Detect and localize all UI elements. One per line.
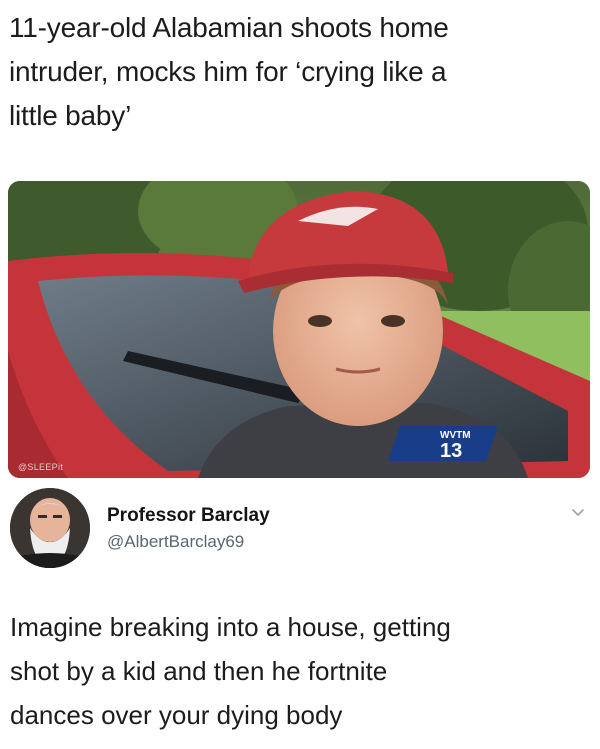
station-channel: 13 — [440, 440, 463, 462]
chevron-down-icon[interactable] — [570, 504, 586, 520]
headline-line-1: 11-year-old Alabamian shoots home — [9, 12, 449, 43]
photo-illustration — [8, 181, 590, 478]
tweet-text-line-1: Imagine breaking into a house, getting — [10, 612, 451, 642]
tweet-text-line-2: shot by a kid and then he fortnite — [10, 656, 388, 686]
display-name[interactable]: Professor Barclay — [107, 505, 270, 527]
tweet-text: Imagine breaking into a house, getting s… — [10, 605, 595, 737]
station-logo: WVTM 13 — [410, 430, 502, 464]
headline: 11-year-old Alabamian shoots home intrud… — [9, 6, 594, 138]
headline-line-2: intruder, mocks him for ‘crying like a — [9, 56, 447, 87]
user-handle[interactable]: @AlbertBarclay69 — [107, 532, 244, 552]
tweet-header: Professor Barclay @AlbertBarclay69 — [10, 488, 590, 568]
headline-line-3: little baby’ — [9, 100, 132, 131]
bearded-man-avatar-icon — [10, 488, 90, 568]
tweet-text-line-3: dances over your dying body — [10, 700, 343, 730]
news-photo[interactable]: @SLEEPit WVTM 13 — [8, 181, 590, 478]
photo-watermark: @SLEEPit — [18, 462, 64, 472]
avatar[interactable] — [10, 488, 90, 568]
